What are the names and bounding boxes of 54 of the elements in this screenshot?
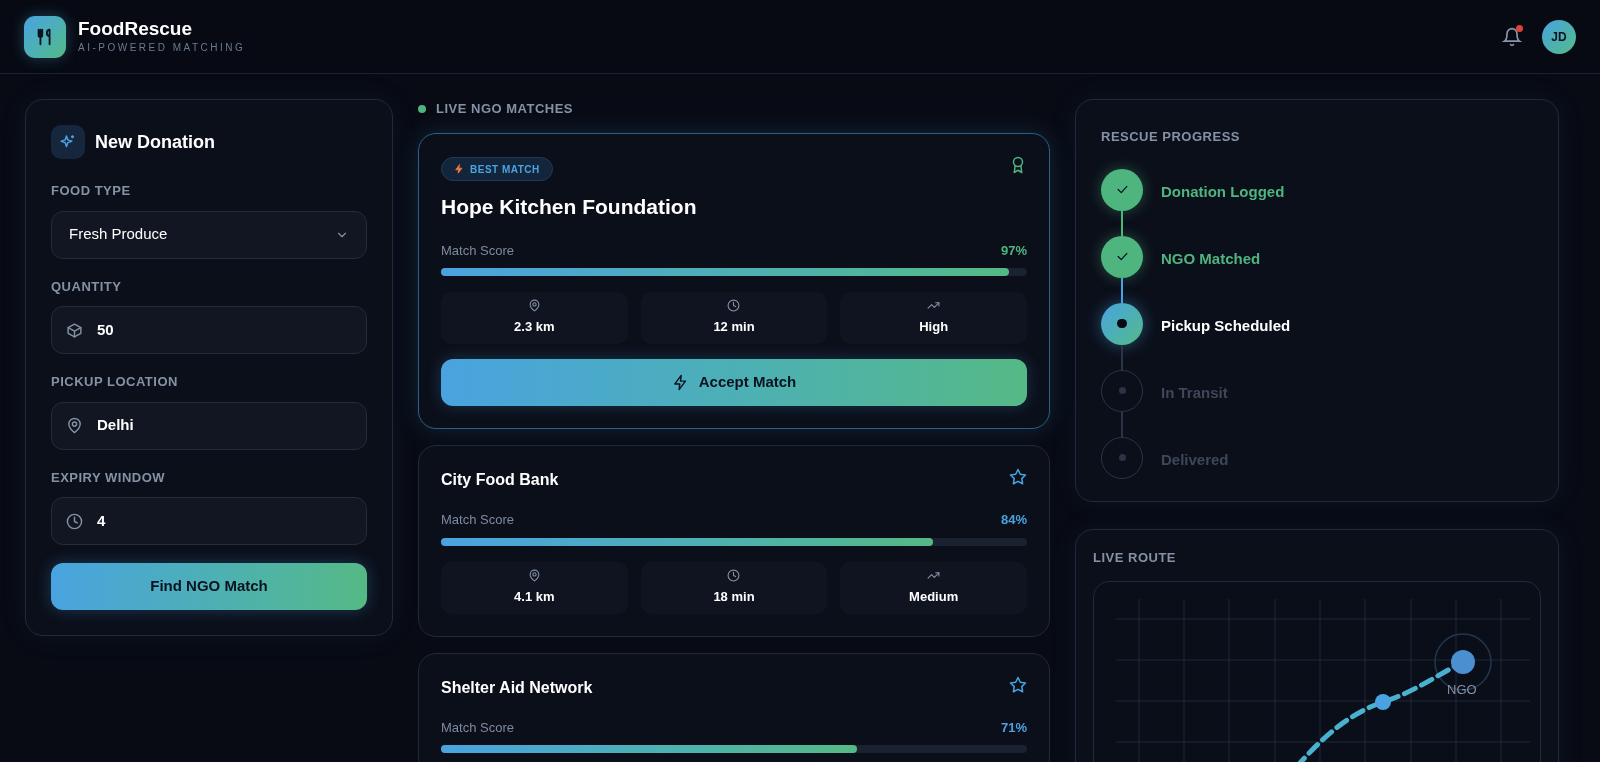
map-label: NGO (1447, 681, 1477, 699)
notification-button[interactable] (1500, 24, 1524, 49)
map-pin-icon (527, 568, 541, 582)
metric-value: High (919, 318, 949, 337)
clock-icon (727, 299, 741, 313)
metric-value: Medium (909, 587, 959, 606)
input-field[interactable]: 4 (51, 497, 367, 545)
step-label: Donation Logged (1161, 181, 1285, 202)
lightning-icon (454, 164, 464, 174)
user-avatar[interactable]: JD (1542, 19, 1576, 54)
ngo-name: City Food Bank (441, 470, 559, 490)
find-match-button[interactable]: Find NGO Match (51, 563, 367, 610)
input-field[interactable]: Delhi (51, 401, 367, 450)
metric-value: 4.1 km (514, 587, 555, 606)
map-pin-icon (527, 299, 541, 313)
clock-icon (66, 512, 83, 530)
section-title: LIVE NGO MATCHES (436, 100, 574, 119)
score-label: Match Score (441, 511, 514, 529)
field-label: PICKUP LOCATION (51, 373, 179, 391)
score-label: Match Score (441, 718, 514, 737)
score-value: 97% (1000, 241, 1027, 260)
sparkle-icon (51, 125, 85, 159)
ngo-name: Hope Kitchen Foundation (441, 194, 697, 220)
score-label: Match Score (441, 241, 514, 260)
field-label: FOOD TYPE (51, 182, 132, 200)
food-type-dropdown[interactable]: Fresh Produce (51, 210, 367, 259)
step-label: Delivered (1161, 449, 1229, 470)
metric-value: 2.3 km (514, 318, 555, 337)
card-title: New Donation (95, 130, 215, 154)
clock-icon (727, 568, 741, 582)
logo-icon (24, 15, 66, 58)
step-label: NGO Matched (1161, 248, 1261, 269)
input-field[interactable]: 50 (51, 306, 367, 354)
score-value: 71% (1000, 718, 1027, 737)
lightning-icon (671, 374, 689, 391)
metric-value: 12 min (713, 318, 755, 337)
section-title: RESCUE PROGRESS (1101, 128, 1241, 146)
star-icon (1009, 468, 1027, 486)
field-label: QUANTITY (51, 277, 123, 296)
map-pin-icon (66, 417, 83, 434)
metric-value: 18 min (713, 587, 755, 606)
best-match-badge: BEST MATCH (441, 157, 553, 181)
section-title: LIVE ROUTE (1093, 548, 1177, 567)
score-value: 84% (1000, 511, 1027, 529)
app-title: FoodRescue (78, 18, 194, 40)
step-label: In Transit (1161, 382, 1228, 403)
accept-match-button[interactable]: Accept Match (441, 359, 1027, 406)
step-label: Pickup Scheduled (1161, 315, 1291, 336)
ngo-name: Shelter Aid Network (441, 677, 593, 698)
bell-icon (1502, 26, 1522, 47)
app-tagline: AI-POWERED MATCHING (78, 41, 246, 55)
field-label: EXPIRY WINDOW (51, 468, 167, 487)
box-icon (66, 321, 83, 339)
star-icon (1009, 675, 1027, 694)
